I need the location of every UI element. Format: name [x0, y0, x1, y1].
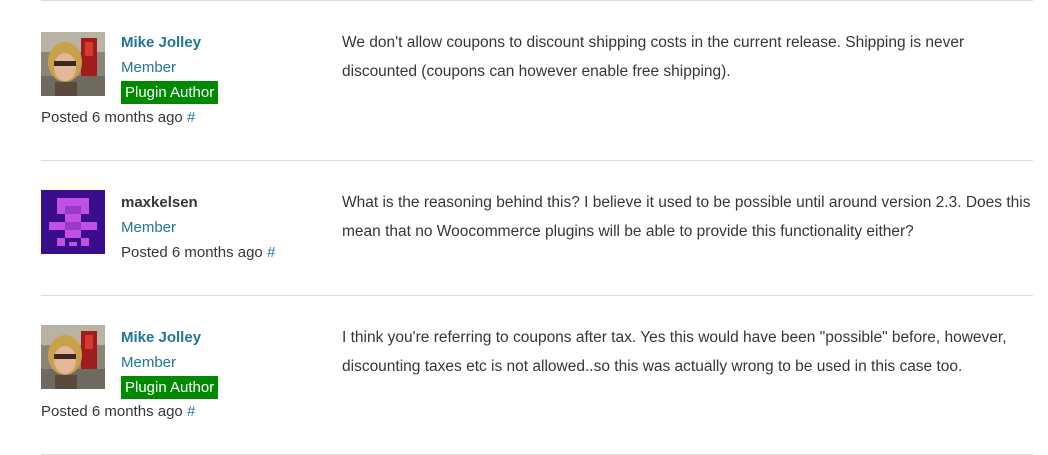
reply-content: We don't allow coupons to discount shipp…: [342, 34, 965, 80]
author-info: maxkelsen Member: [121, 190, 198, 240]
plugin-author-badge: Plugin Author: [121, 81, 219, 104]
plugin-author-badge: Plugin Author: [121, 376, 219, 399]
posted-time: Posted 6 months ago: [41, 403, 183, 420]
author-name-link[interactable]: Mike Jolley: [121, 325, 218, 350]
author-avatar[interactable]: [41, 32, 105, 96]
reply-content: What is the reasoning behind this? I bel…: [342, 194, 1031, 240]
author-role: Member: [121, 219, 177, 236]
reply-divider: [41, 295, 1033, 296]
avatar-photo-icon: [41, 32, 105, 96]
author-role: Member: [121, 59, 177, 76]
author-avatar[interactable]: [41, 190, 105, 254]
author-info: Mike Jolley Member Plugin Author: [121, 30, 219, 104]
identicon-avatar-icon: [41, 190, 105, 254]
author-info: Mike Jolley Member Plugin Author: [121, 325, 219, 399]
reply-thread: Mike Jolley Member Plugin Author Posted …: [0, 0, 1048, 455]
permalink[interactable]: #: [187, 403, 195, 420]
post-meta: Posted 6 months ago #: [41, 108, 195, 128]
permalink[interactable]: #: [187, 109, 195, 126]
avatar-photo-icon: [41, 325, 105, 389]
post-meta: Posted 6 months ago #: [41, 402, 195, 422]
author-name-link[interactable]: Mike Jolley: [121, 30, 218, 55]
posted-time: Posted 6 months ago: [121, 244, 263, 261]
reply-divider: [41, 160, 1033, 161]
author-avatar[interactable]: [41, 325, 105, 389]
reply-divider: [41, 0, 1033, 1]
posted-time: Posted 6 months ago: [41, 109, 183, 126]
author-role: Member: [121, 354, 177, 371]
author-name: maxkelsen: [121, 194, 198, 211]
reply-content: I think you're referring to coupons afte…: [342, 329, 1007, 375]
post-meta: Posted 6 months ago #: [121, 243, 275, 263]
permalink[interactable]: #: [267, 244, 275, 261]
